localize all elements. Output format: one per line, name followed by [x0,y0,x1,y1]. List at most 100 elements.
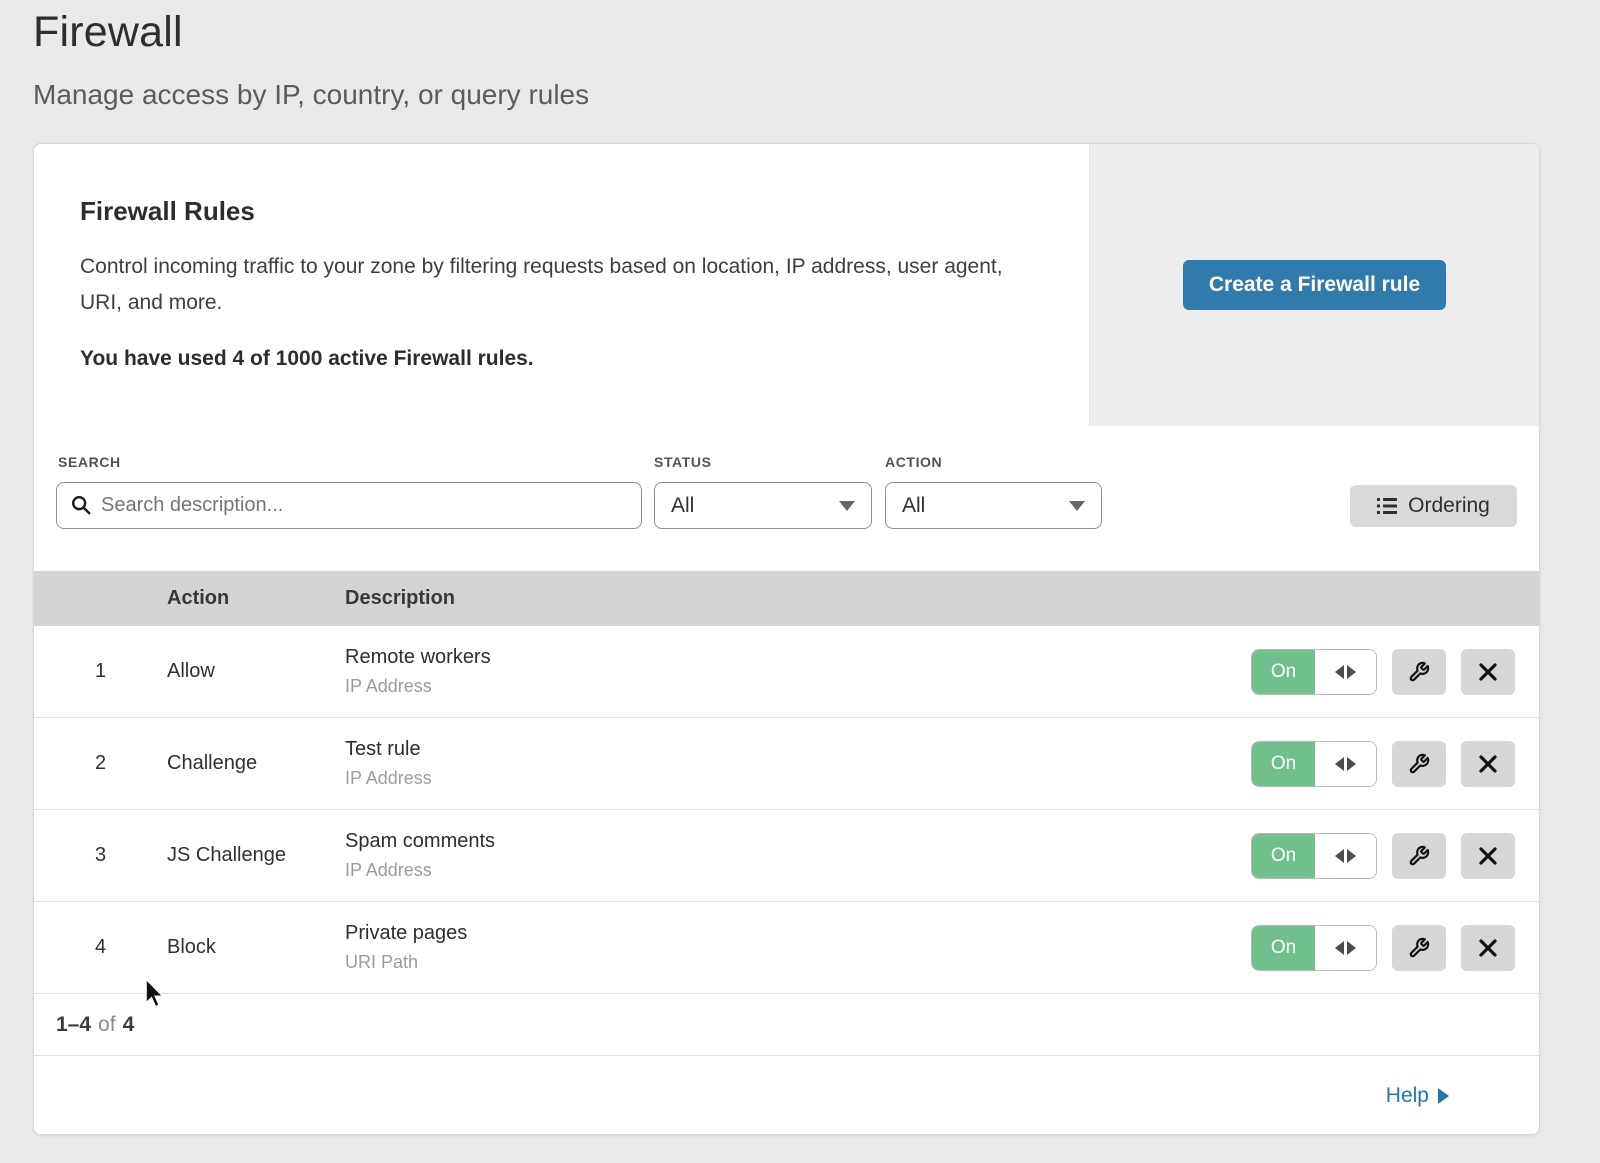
rule-action: Challenge [167,752,345,775]
rule-match-type: IP Address [345,768,1251,789]
rule-enabled-toggle[interactable]: On [1251,833,1377,879]
rule-controls: On [1251,649,1539,695]
status-label: STATUS [654,454,712,470]
rule-description: Private pages [345,922,1251,945]
rule-controls: On [1251,833,1539,879]
toggle-on-label: On [1252,834,1315,878]
rule-priority: 4 [34,936,167,959]
delete-rule-button[interactable] [1461,649,1515,695]
card-footer: Help [34,1056,1539,1135]
toggle-handle[interactable] [1315,742,1376,786]
table-header: Action Description [34,571,1539,626]
rule-description-cell: Private pages URI Path [345,922,1251,973]
rule-match-type: IP Address [345,860,1251,881]
column-header-description: Description [345,587,1539,610]
table-row: 1 Allow Remote workers IP Address On [34,626,1539,718]
card-intro-section: Firewall Rules Control incoming traffic … [34,144,1539,426]
rule-enabled-toggle[interactable]: On [1251,925,1377,971]
ordering-button[interactable]: Ordering [1350,485,1517,527]
rule-enabled-toggle[interactable]: On [1251,649,1377,695]
help-link[interactable]: Help [1386,1084,1449,1108]
rule-action: Block [167,936,345,959]
table-row: 4 Block Private pages URI Path On [34,902,1539,994]
rule-priority: 3 [34,844,167,867]
firewall-rules-card: Firewall Rules Control incoming traffic … [33,143,1540,1135]
toggle-on-label: On [1252,742,1315,786]
rule-match-type: URI Path [345,952,1251,973]
search-label: SEARCH [58,454,121,470]
rule-description: Spam comments [345,830,1251,853]
pagination-total: 4 [123,1013,135,1037]
toggle-handle[interactable] [1315,650,1376,694]
arrow-left-icon [1335,849,1344,863]
toggle-handle[interactable] [1315,926,1376,970]
rules-usage-text: You have used 4 of 1000 active Firewall … [80,347,1049,371]
close-icon [1478,846,1498,866]
rule-priority: 1 [34,660,167,683]
rule-action: Allow [167,660,345,683]
toggle-on-label: On [1252,650,1315,694]
edit-rule-button[interactable] [1392,833,1446,879]
intro-text-block: Firewall Rules Control incoming traffic … [34,144,1089,426]
ordered-list-icon [1377,497,1397,515]
rule-description: Remote workers [345,646,1251,669]
status-select[interactable]: All [654,482,872,529]
table-row: 2 Challenge Test rule IP Address On [34,718,1539,810]
help-link-label: Help [1386,1084,1429,1108]
toggle-handle[interactable] [1315,834,1376,878]
arrow-right-icon [1347,849,1356,863]
arrow-right-icon [1347,665,1356,679]
arrow-right-icon [1438,1088,1449,1104]
toggle-on-label: On [1252,926,1315,970]
delete-rule-button[interactable] [1461,925,1515,971]
status-selected-value: All [671,494,694,518]
chevron-down-icon [1069,501,1085,511]
rule-controls: On [1251,925,1539,971]
ordering-button-label: Ordering [1408,494,1490,518]
card-heading: Firewall Rules [80,196,1049,227]
close-icon [1478,938,1498,958]
arrow-right-icon [1347,757,1356,771]
wrench-icon [1408,661,1430,683]
filters-bar: SEARCH STATUS All ACTION All Ordering [34,426,1539,571]
page-header: Firewall Manage access by IP, country, o… [33,8,589,111]
edit-rule-button[interactable] [1392,649,1446,695]
create-firewall-rule-button[interactable]: Create a Firewall rule [1183,260,1446,310]
arrow-left-icon [1335,941,1344,955]
rule-priority: 2 [34,752,167,775]
wrench-icon [1408,845,1430,867]
column-header-action: Action [167,587,345,610]
search-input[interactable] [56,482,642,529]
rule-description-cell: Test rule IP Address [345,738,1251,789]
wrench-icon [1408,753,1430,775]
action-select[interactable]: All [885,482,1102,529]
rule-action: JS Challenge [167,844,345,867]
action-selected-value: All [902,494,925,518]
delete-rule-button[interactable] [1461,741,1515,787]
close-icon [1478,662,1498,682]
rule-controls: On [1251,741,1539,787]
action-label: ACTION [885,454,942,470]
pagination-range: 1–4 [56,1013,91,1037]
create-rule-panel: Create a Firewall rule [1089,144,1539,426]
close-icon [1478,754,1498,774]
rule-enabled-toggle[interactable]: On [1251,741,1377,787]
arrow-left-icon [1335,757,1344,771]
card-description: Control incoming traffic to your zone by… [80,249,1025,321]
search-field-wrap [56,482,642,529]
chevron-down-icon [839,501,855,511]
page-title: Firewall [33,8,589,57]
arrow-right-icon [1347,941,1356,955]
rule-description-cell: Remote workers IP Address [345,646,1251,697]
rule-description-cell: Spam comments IP Address [345,830,1251,881]
arrow-left-icon [1335,665,1344,679]
rule-match-type: IP Address [345,676,1251,697]
edit-rule-button[interactable] [1392,925,1446,971]
rule-description: Test rule [345,738,1251,761]
pagination-bar: 1–4 of 4 [34,994,1539,1056]
page-subtitle: Manage access by IP, country, or query r… [33,79,589,111]
pagination-of: of [98,1013,116,1037]
edit-rule-button[interactable] [1392,741,1446,787]
table-row: 3 JS Challenge Spam comments IP Address … [34,810,1539,902]
delete-rule-button[interactable] [1461,833,1515,879]
